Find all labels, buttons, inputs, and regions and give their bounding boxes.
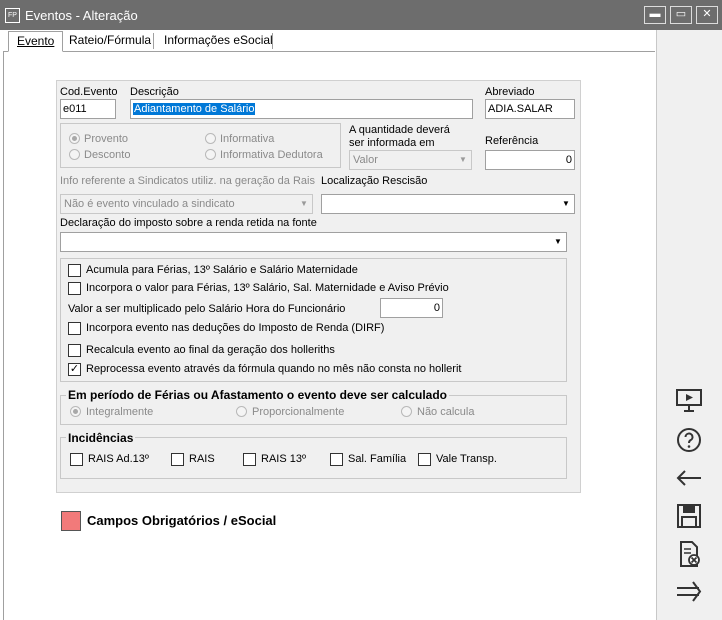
help-icon[interactable] [673,424,705,456]
vale-transp-label: Vale Transp. [436,453,497,465]
cod-evento-input[interactable]: e011 [60,99,116,119]
quantidade-select[interactable]: Valor ▼ [349,150,472,170]
app-icon: FP [5,8,20,23]
rais-ad13-label: RAIS Ad.13º [88,453,149,465]
multiplicado-input[interactable]: 0 [380,298,443,318]
rais13-checkbox[interactable] [243,453,256,466]
integralmente-label: Integralmente [86,406,154,418]
window-title: Eventos - Alteração [25,8,138,23]
rais-ad13-checkbox[interactable] [70,453,83,466]
tab-separator [153,33,154,49]
incorpora-valor-checkbox[interactable] [68,282,81,295]
abreviado-input[interactable]: ADIA.SALAR [485,99,575,119]
informativa-dedutora-label: Informativa Dedutora [220,149,323,161]
tab-informacoes-esocial[interactable]: Informações eSocial [156,31,281,52]
sal-familia-label: Sal. Família [348,453,407,465]
incorpora-valor-label: Incorpora o valor para Férias, 13º Salár… [86,282,449,294]
vale-transp-checkbox[interactable] [418,453,431,466]
chevron-down-icon: ▼ [554,237,562,246]
provento-label: Provento [84,133,129,145]
quantidade-label-2: ser informada em [349,137,435,149]
recalcula-label: Recalcula evento ao final da geração dos… [86,344,335,356]
dirf-label: Incorpora evento nas deduções do Imposto… [86,322,385,334]
chevron-down-icon: ▼ [459,155,467,164]
informativa-radio[interactable] [205,133,216,144]
nao-calcula-radio[interactable] [401,406,412,417]
desconto-radio[interactable] [69,149,80,160]
proporcionalmente-label: Proporcionalmente [252,406,345,418]
tab-separator [272,33,273,49]
referencia-label: Referência [485,135,539,147]
save-icon[interactable] [673,500,705,532]
ferias-group-title: Em período de Férias ou Afastamento o ev… [66,388,449,402]
descricao-input[interactable]: Adiantamento de Salário [130,99,473,119]
delete-document-icon[interactable] [673,538,705,570]
provento-radio[interactable] [69,133,80,144]
required-fields-swatch [61,511,81,531]
declaracao-select[interactable]: ▼ [60,232,567,252]
maximize-button[interactable]: ▭ [670,6,692,24]
required-fields-legend: Campos Obrigatórios / eSocial [87,513,277,528]
sindicato-label: Info referente a Sindicatos utiliz. na g… [60,175,315,187]
acumula-label: Acumula para Férias, 13º Salário e Salár… [86,264,358,276]
tipo-group [60,123,341,168]
cod-evento-label: Cod.Evento [60,86,118,98]
quantidade-label: A quantidade deverá [349,124,450,136]
forward-arrow-icon[interactable] [673,576,705,608]
nao-calcula-label: Não calcula [417,406,475,418]
informativa-label: Informativa [220,133,275,145]
reprocessa-label: Reprocessa evento através da fórmula qua… [86,363,462,375]
sal-familia-checkbox[interactable] [330,453,343,466]
informativa-dedutora-radio[interactable] [205,149,216,160]
minimize-button[interactable]: ▬ [644,6,666,24]
abreviado-label: Abreviado [485,86,535,98]
desconto-label: Desconto [84,149,131,161]
referencia-input[interactable]: 0 [485,150,575,170]
back-arrow-icon[interactable] [673,462,705,494]
rescisao-select[interactable]: ▼ [321,194,575,214]
descricao-value: Adiantamento de Salário [133,103,256,115]
descricao-label: Descrição [130,86,179,98]
tab-evento[interactable]: Evento [8,31,64,52]
proporcionalmente-radio[interactable] [236,406,247,417]
integralmente-radio[interactable] [70,406,81,417]
acumula-checkbox[interactable] [68,264,81,277]
dirf-checkbox[interactable] [68,322,81,335]
rais-label: RAIS [189,453,215,465]
quantidade-value: Valor [353,154,378,166]
declaracao-label: Declaração do imposto sobre a renda reti… [60,217,317,229]
tab-rateio-formula[interactable]: Rateio/Fórmula [61,31,159,52]
multiplicado-label: Valor a ser multiplicado pelo Salário Ho… [68,303,346,315]
incidencias-group-title: Incidências [66,431,136,445]
rais13-label: RAIS 13º [261,453,306,465]
recalcula-checkbox[interactable] [68,344,81,357]
sindicato-select[interactable]: Não é evento vinculado a sindicato ▼ [60,194,313,214]
rescisao-label: Localização Rescisão [321,175,428,187]
sindicato-value: Não é evento vinculado a sindicato [64,198,235,210]
rais-checkbox[interactable] [171,453,184,466]
chevron-down-icon: ▼ [300,199,308,208]
chevron-down-icon: ▼ [562,199,570,208]
close-button[interactable]: ✕ [696,6,718,24]
presentation-icon[interactable] [673,385,705,417]
reprocessa-checkbox[interactable]: ✓ [68,363,81,376]
